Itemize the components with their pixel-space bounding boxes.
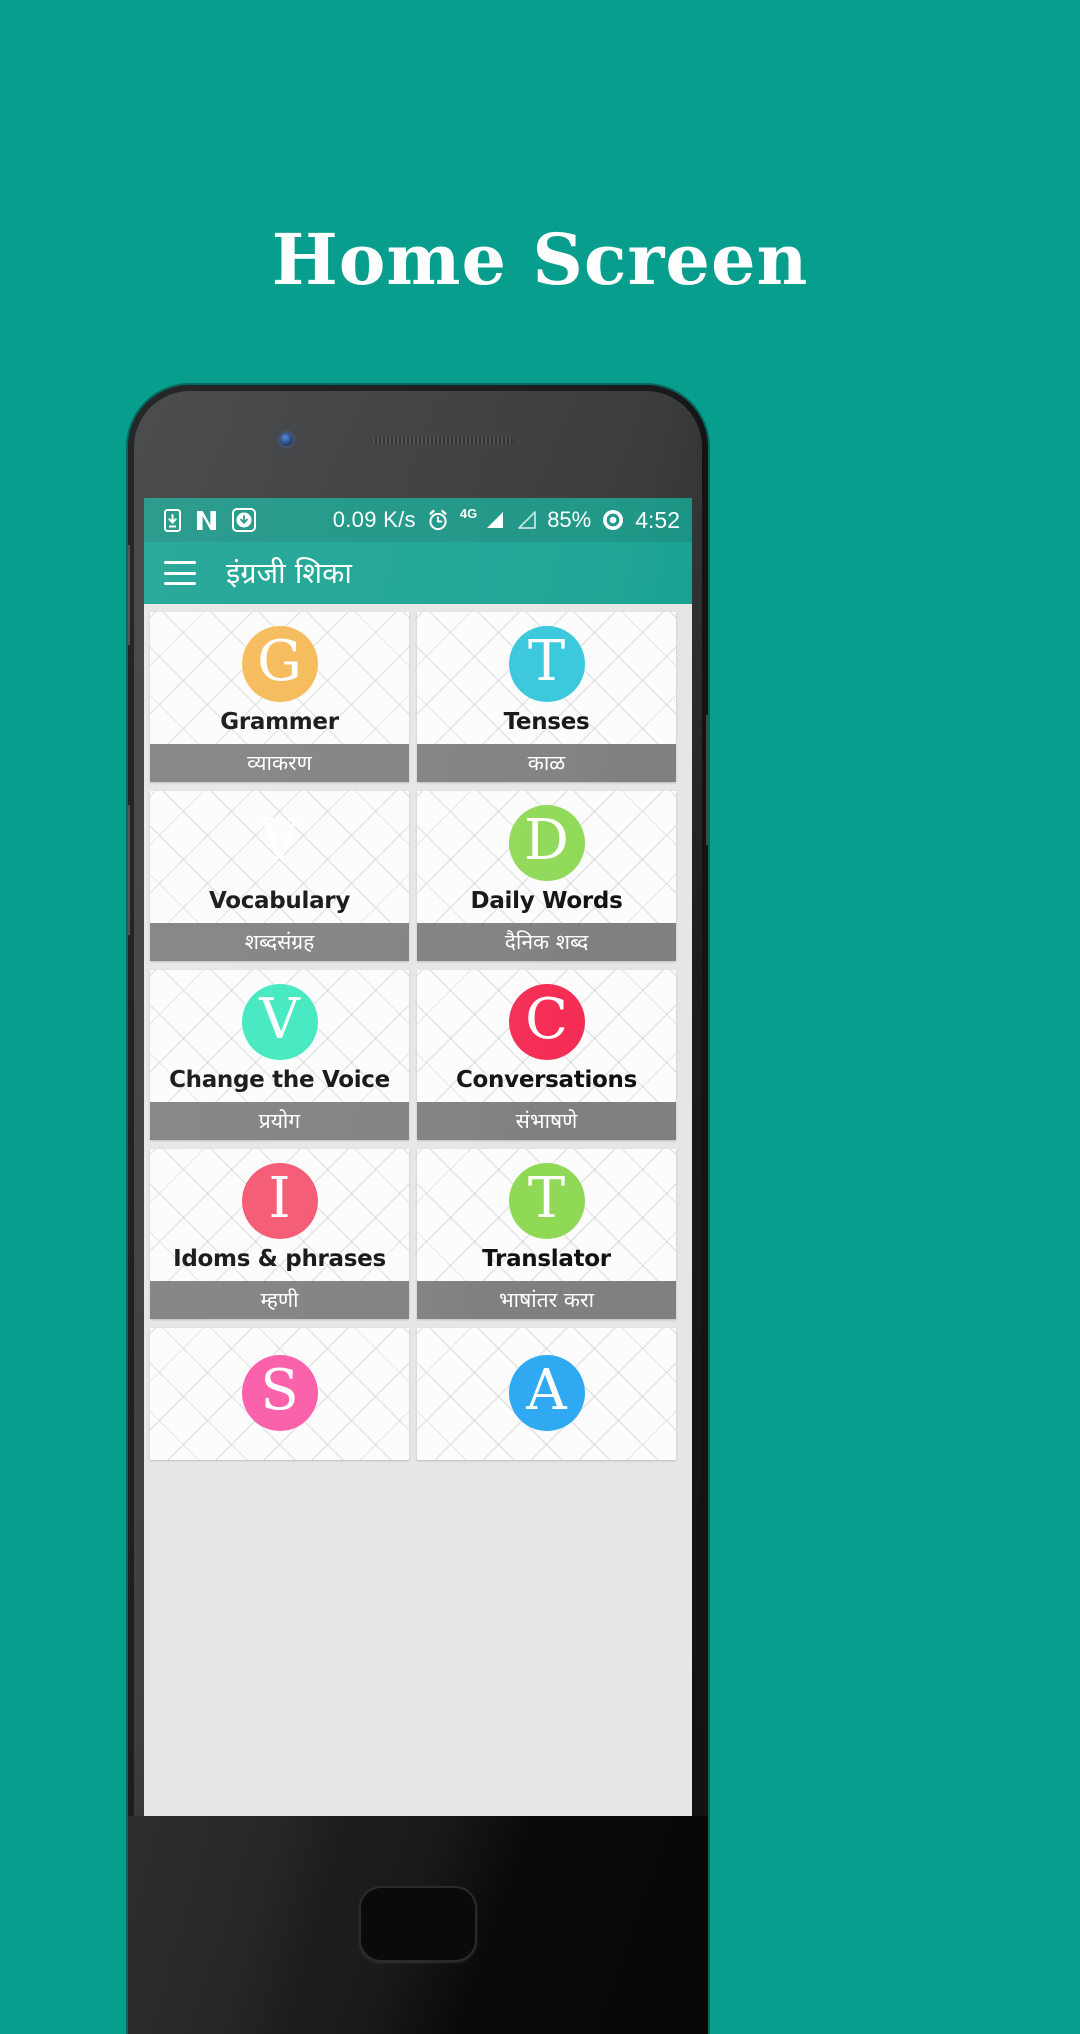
grid-card-title: Change the Voice <box>169 1066 390 1093</box>
grid-card-subtitle: व्याकरण <box>150 744 409 782</box>
app-bar: इंग्रजी शिका <box>144 542 692 604</box>
grid-card-letter-badge: C <box>508 983 585 1060</box>
network-type-label: 4G <box>459 505 478 521</box>
battery-percent-text: 85% <box>547 507 592 532</box>
grid-card-body: S <box>150 1328 409 1460</box>
grid-card-body: V Vocabulary <box>150 791 409 923</box>
alarm-clock-icon <box>429 509 447 531</box>
app-bar-title: इंग्रजी शिका <box>226 555 352 590</box>
status-bar: 0.09 K/s 4G 85% 4:52 <box>144 498 692 542</box>
grid-card-body: V Change the Voice <box>150 970 409 1102</box>
category-grid: G Grammer व्याकरण T Tenses काळ V Vocabulary शब्द… <box>144 604 692 1816</box>
grid-card[interactable]: I Idoms & phrases म्हणी <box>150 1149 409 1319</box>
front-camera-icon <box>280 433 293 446</box>
grid-card-body: T Translator <box>417 1149 676 1281</box>
grid-card-body: T Tenses <box>417 612 676 744</box>
volume-button[interactable] <box>128 545 130 645</box>
phone-bottom-bezel <box>128 1816 708 2034</box>
hamburger-menu-icon[interactable] <box>164 561 196 585</box>
netflix-n-icon <box>197 510 216 530</box>
phone-download-icon <box>164 508 181 532</box>
grid-card[interactable]: V Vocabulary शब्दसंग्रह <box>150 791 409 961</box>
status-bar-left-icons <box>156 508 256 532</box>
grid-card-body: A <box>417 1328 676 1460</box>
grid-card-subtitle: संभाषणे <box>417 1102 676 1140</box>
grid-card-letter-badge: S <box>241 1354 318 1431</box>
grid-card-letter-badge: V <box>241 983 318 1060</box>
home-button[interactable] <box>359 1886 477 1962</box>
grid-card-title: Conversations <box>455 1066 638 1093</box>
grid-card-body: I Idoms & phrases <box>150 1149 409 1281</box>
phone-top-bezel <box>128 385 708 498</box>
grid-card-title: Grammer <box>220 708 339 735</box>
grid-card-subtitle: म्हणी <box>150 1281 409 1319</box>
network-speed-text: 0.09 K/s <box>332 507 416 532</box>
grid-card-letter-badge: V <box>259 807 300 873</box>
download-circle-icon <box>232 508 256 532</box>
grid-card[interactable]: S <box>150 1328 409 1460</box>
grid-card-body: D Daily Words <box>417 791 676 923</box>
grid-card-title: Idoms & phrases <box>173 1245 386 1272</box>
grid-card[interactable]: A <box>417 1328 676 1460</box>
data-circle-icon <box>603 510 624 530</box>
grid-card-letter-badge: G <box>241 625 318 702</box>
right-side-button[interactable] <box>706 715 708 845</box>
status-bar-right-icons: 0.09 K/s 4G 85% 4:52 <box>332 505 680 534</box>
grid-card-letter-badge: T <box>508 1162 585 1239</box>
grid-card-subtitle: शब्दसंग्रह <box>150 923 409 961</box>
phone-screen: 0.09 K/s 4G 85% 4:52 इंग्रजी शिका G Gram… <box>144 498 692 1816</box>
grid-card-title: Vocabulary <box>208 887 351 914</box>
grid-card-subtitle: भाषांतर करा <box>417 1281 676 1319</box>
grid-card-body: C Conversations <box>417 970 676 1102</box>
grid-card-body: G Grammer <box>150 612 409 744</box>
power-button[interactable] <box>128 805 130 935</box>
grid-card-subtitle: दैनिक शब्द <box>417 923 676 961</box>
phone-mockup: 0.09 K/s 4G 85% 4:52 इंग्रजी शिका G Gram… <box>128 385 708 2034</box>
grid-card[interactable]: G Grammer व्याकरण <box>150 612 409 782</box>
grid-card[interactable]: D Daily Words दैनिक शब्द <box>417 791 676 961</box>
grid-card[interactable]: T Tenses काळ <box>417 612 676 782</box>
grid-card-title: Daily Words <box>470 887 623 914</box>
grid-card-title: Tenses <box>503 708 590 735</box>
grid-card[interactable]: V Change the Voice प्रयोग <box>150 970 409 1140</box>
signal-bars-icon <box>487 512 504 528</box>
grid-card-letter-badge: I <box>241 1162 318 1239</box>
grid-card[interactable]: T Translator भाषांतर करा <box>417 1149 676 1319</box>
grid-card-subtitle: काळ <box>417 744 676 782</box>
grid-card-letter-badge: T <box>508 625 585 702</box>
page-title: Home Screen <box>271 218 809 301</box>
grid-card[interactable]: C Conversations संभाषणे <box>417 970 676 1140</box>
status-bar-clock: 4:52 <box>635 506 680 533</box>
grid-card-subtitle: प्रयोग <box>150 1102 409 1140</box>
grid-card-letter-badge: A <box>508 1354 585 1431</box>
signal-bars-empty-icon <box>518 511 537 529</box>
earpiece-speaker-icon <box>373 437 513 445</box>
grid-card-letter-badge: D <box>508 804 585 881</box>
grid-card-title: Translator <box>482 1245 611 1272</box>
